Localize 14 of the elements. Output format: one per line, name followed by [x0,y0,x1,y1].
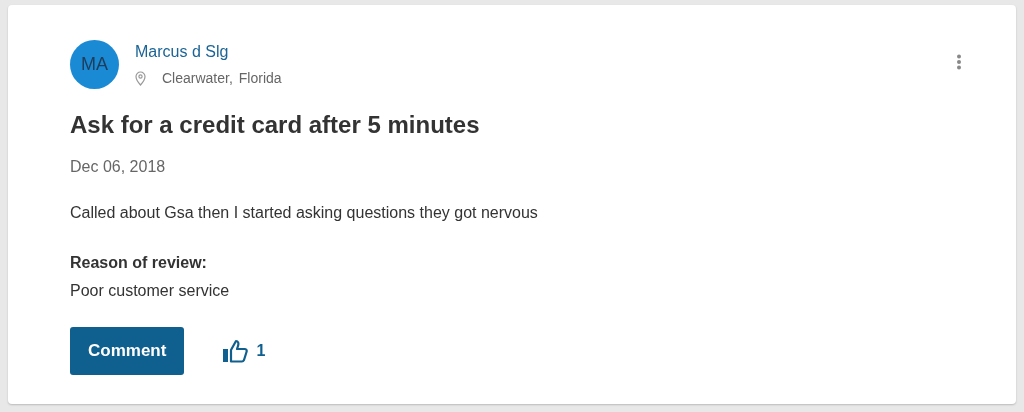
more-options-icon[interactable] [956,54,962,70]
avatar: MA [70,40,119,89]
review-date: Dec 06, 2018 [70,157,167,177]
location-pin-icon [135,71,146,86]
comment-button[interactable]: Comment [70,327,185,375]
review-text: Called about Gsa then I started asking questions they got nervous [70,203,539,223]
review-title: Ask for a credit card after 5 minutes [70,110,481,140]
reason-label: Reason of review: [70,253,208,273]
reason-text: Poor customer service [70,281,231,301]
city: Clearwater, [162,69,233,88]
author-link[interactable]: Marcus d Slg [135,43,229,60]
state: Florida [238,69,282,88]
like-count: 1 [256,340,266,361]
thumbs-up-icon[interactable] [222,338,249,363]
